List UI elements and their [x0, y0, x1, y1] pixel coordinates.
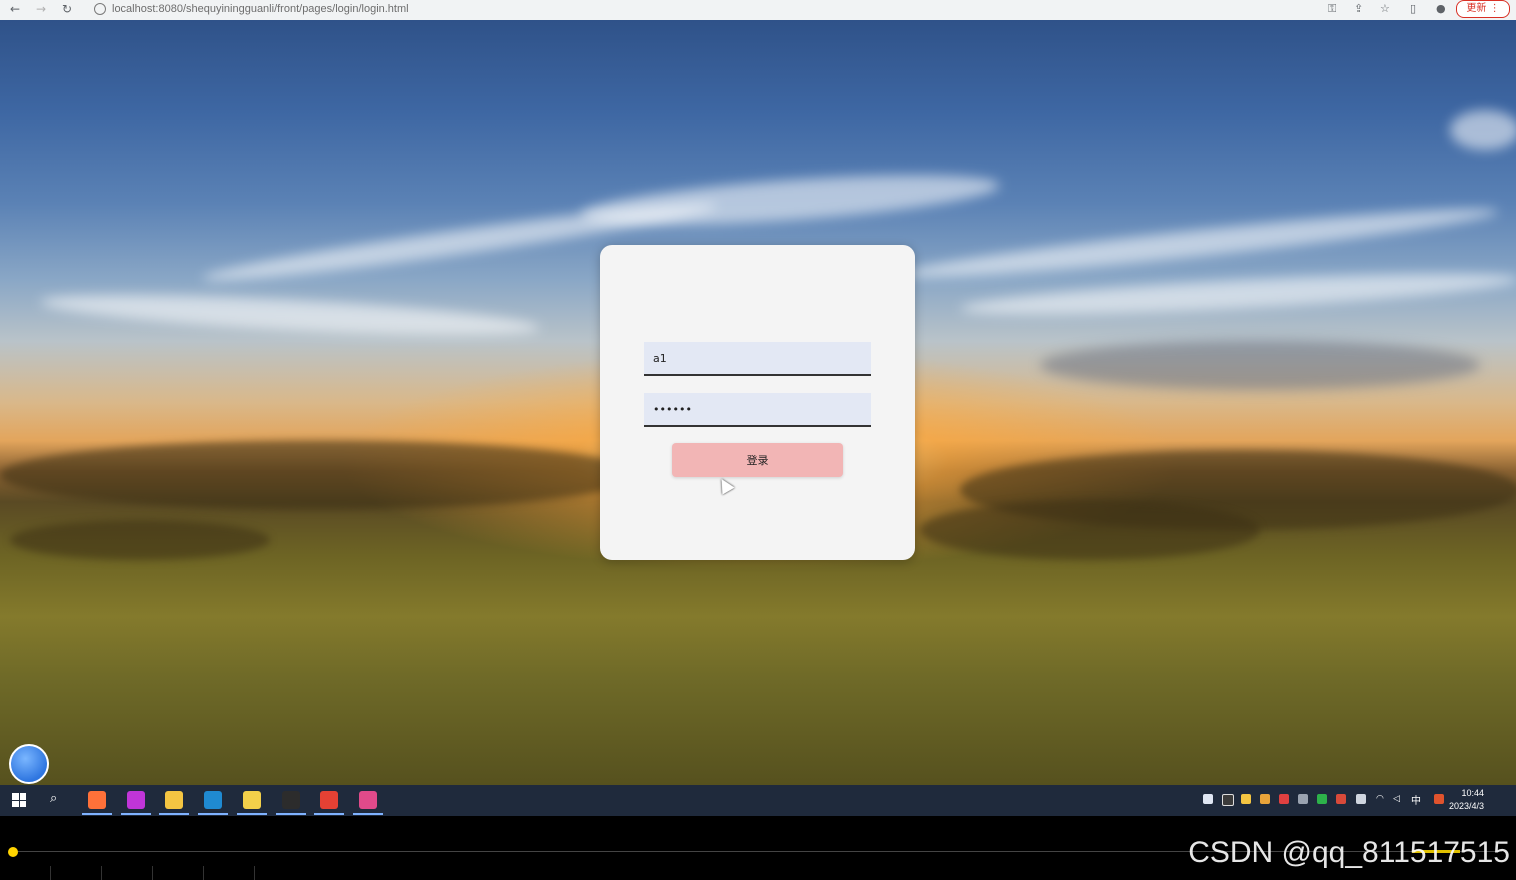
reload-icon[interactable]: ↻ [62, 1, 72, 17]
clock-date[interactable]: 2023/4/3 [1424, 801, 1484, 811]
running-app-indicator [120, 813, 151, 815]
running-app-indicator [314, 813, 345, 815]
profile-icon[interactable]: ● [1436, 1, 1446, 17]
share-icon[interactable]: ⇪ [1354, 1, 1363, 17]
password-input[interactable] [644, 393, 871, 427]
windows-start-icon[interactable] [12, 793, 26, 807]
vscode-icon[interactable] [204, 791, 223, 809]
volume-icon[interactable]: ◁ [1393, 794, 1403, 804]
tray-icon[interactable] [1222, 794, 1234, 806]
video-player-bar: CSDN @qq_811517515 [0, 816, 1516, 880]
cloud [39, 286, 541, 344]
browser-toolbar: ← → ↻ localhost:8080/shequyiningguanli/f… [0, 0, 1516, 21]
app-icon[interactable] [126, 791, 145, 809]
firefox-icon[interactable] [88, 791, 106, 809]
tray-icon[interactable] [1203, 794, 1213, 804]
chrome-icon[interactable] [320, 791, 339, 809]
bookmark-star-icon[interactable]: ☆ [1380, 1, 1390, 17]
tray-icon[interactable] [1241, 794, 1251, 804]
site-info-icon[interactable] [94, 3, 106, 15]
username-input[interactable] [644, 342, 871, 376]
running-app-indicator [236, 813, 267, 815]
file-explorer-icon[interactable] [165, 791, 184, 809]
login-card: 登录 [600, 245, 915, 560]
login-button[interactable]: 登录 [672, 443, 843, 477]
shield-icon[interactable] [1260, 794, 1270, 804]
cloud [1450, 110, 1516, 150]
search-icon[interactable]: ⌕ [50, 791, 57, 806]
tray-icon[interactable] [1279, 794, 1289, 804]
running-app-indicator [82, 813, 112, 815]
tree-line [10, 520, 270, 560]
ime-indicator[interactable]: 中 [1411, 792, 1421, 807]
tree-line [0, 440, 640, 510]
player-control[interactable] [204, 866, 255, 880]
csdn-watermark: CSDN @qq_811517515 [1188, 836, 1510, 869]
update-button[interactable]: 更新 ⋮ [1456, 0, 1510, 18]
folder-icon[interactable] [242, 791, 261, 809]
player-control[interactable] [153, 866, 204, 880]
player-control[interactable] [51, 866, 102, 880]
key-icon[interactable]: ⚿ [1328, 1, 1336, 17]
floating-assistant-icon[interactable] [9, 744, 49, 784]
forward-icon[interactable]: → [36, 1, 46, 17]
progress-knob[interactable] [8, 847, 18, 857]
tree-line [920, 500, 1260, 560]
taskbar: ⌕ ◠ ◁ 中 10:44 2023/4/3 [0, 785, 1516, 816]
sidebar-icon[interactable]: ▯ [1410, 1, 1416, 17]
wifi-icon[interactable]: ◠ [1376, 794, 1386, 804]
wechat-icon[interactable] [1317, 794, 1327, 804]
tray-icon[interactable] [1336, 794, 1346, 804]
cloud [1040, 340, 1480, 390]
running-app-indicator [198, 813, 229, 815]
address-bar[interactable]: localhost:8080/shequyiningguanli/front/p… [112, 1, 409, 17]
back-icon[interactable]: ← [10, 1, 20, 17]
usb-icon[interactable] [1356, 794, 1366, 804]
player-control[interactable] [102, 866, 153, 880]
running-app-indicator [352, 813, 383, 815]
cloud [959, 265, 1516, 323]
intellij-icon[interactable] [358, 791, 377, 809]
player-control[interactable] [0, 866, 51, 880]
clock-time[interactable]: 10:44 [1424, 788, 1484, 798]
running-app-indicator [275, 813, 306, 815]
running-app-indicator [159, 813, 190, 815]
tray-icon[interactable] [1298, 794, 1308, 804]
terminal-icon[interactable] [281, 791, 300, 809]
